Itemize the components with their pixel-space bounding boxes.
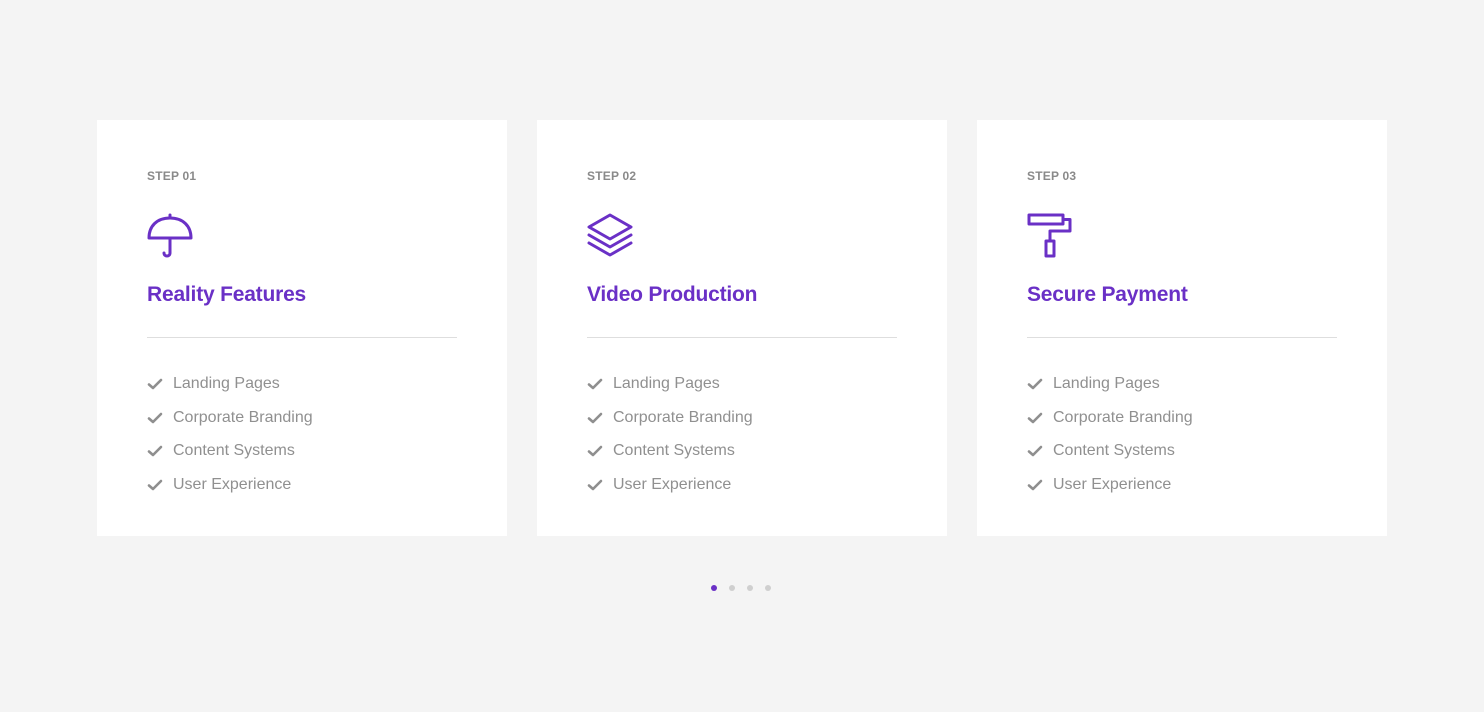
list-item: Content Systems <box>1027 434 1337 468</box>
list-item: User Experience <box>587 468 897 502</box>
feature-label: User Experience <box>613 475 732 493</box>
check-icon <box>587 411 603 425</box>
feature-label: Content Systems <box>613 442 735 460</box>
feature-label: Corporate Branding <box>1053 408 1193 426</box>
check-icon <box>147 411 163 425</box>
list-item: Landing Pages <box>1027 367 1337 401</box>
divider <box>147 337 457 338</box>
pagination-dot-3[interactable] <box>747 585 753 591</box>
step-label: STEP 03 <box>1027 169 1077 183</box>
card-title: Secure Payment <box>1027 283 1188 306</box>
check-icon <box>147 377 163 391</box>
feature-label: Landing Pages <box>613 374 720 392</box>
feature-label: Corporate Branding <box>613 408 753 426</box>
list-item: Landing Pages <box>147 367 457 401</box>
carousel-pagination <box>711 585 771 591</box>
feature-label: Landing Pages <box>1053 374 1160 392</box>
step-card-1: STEP 01 Reality Features Landing Pages C… <box>97 120 507 536</box>
step-label: STEP 02 <box>587 169 637 183</box>
list-item: Corporate Branding <box>147 401 457 435</box>
check-icon <box>587 377 603 391</box>
check-icon <box>147 478 163 492</box>
feature-label: User Experience <box>173 475 292 493</box>
check-icon <box>587 444 603 458</box>
feature-label: Content Systems <box>173 442 295 460</box>
feature-label: User Experience <box>1053 475 1172 493</box>
check-icon <box>147 444 163 458</box>
check-icon <box>1027 377 1043 391</box>
list-item: Corporate Branding <box>587 401 897 435</box>
feature-label: Content Systems <box>1053 442 1175 460</box>
check-icon <box>1027 478 1043 492</box>
list-item: Content Systems <box>587 434 897 468</box>
list-item: Landing Pages <box>587 367 897 401</box>
check-icon <box>1027 444 1043 458</box>
step-card-2: STEP 02 Video Production Landing Pages C… <box>537 120 947 536</box>
list-item: User Experience <box>1027 468 1337 502</box>
check-icon <box>1027 411 1043 425</box>
pagination-dot-4[interactable] <box>765 585 771 591</box>
step-label: STEP 01 <box>147 169 197 183</box>
check-icon <box>587 478 603 492</box>
feature-label: Corporate Branding <box>173 408 313 426</box>
step-card-3: STEP 03 Secure Payment Landing Pages Cor… <box>977 120 1387 536</box>
pagination-dot-2[interactable] <box>729 585 735 591</box>
umbrella-icon <box>147 213 193 259</box>
layers-icon <box>587 213 633 259</box>
card-title: Reality Features <box>147 283 307 306</box>
divider <box>1027 337 1337 338</box>
feature-list: Landing Pages Corporate Branding Content… <box>1027 367 1337 502</box>
divider <box>587 337 897 338</box>
feature-list: Landing Pages Corporate Branding Content… <box>587 367 897 502</box>
list-item: User Experience <box>147 468 457 502</box>
card-title: Video Production <box>587 283 758 306</box>
feature-label: Landing Pages <box>173 374 280 392</box>
pagination-dot-1[interactable] <box>711 585 717 591</box>
feature-list: Landing Pages Corporate Branding Content… <box>147 367 457 502</box>
list-item: Content Systems <box>147 434 457 468</box>
step-cards: STEP 01 Reality Features Landing Pages C… <box>97 120 1387 536</box>
paint-roller-icon <box>1027 213 1073 259</box>
list-item: Corporate Branding <box>1027 401 1337 435</box>
